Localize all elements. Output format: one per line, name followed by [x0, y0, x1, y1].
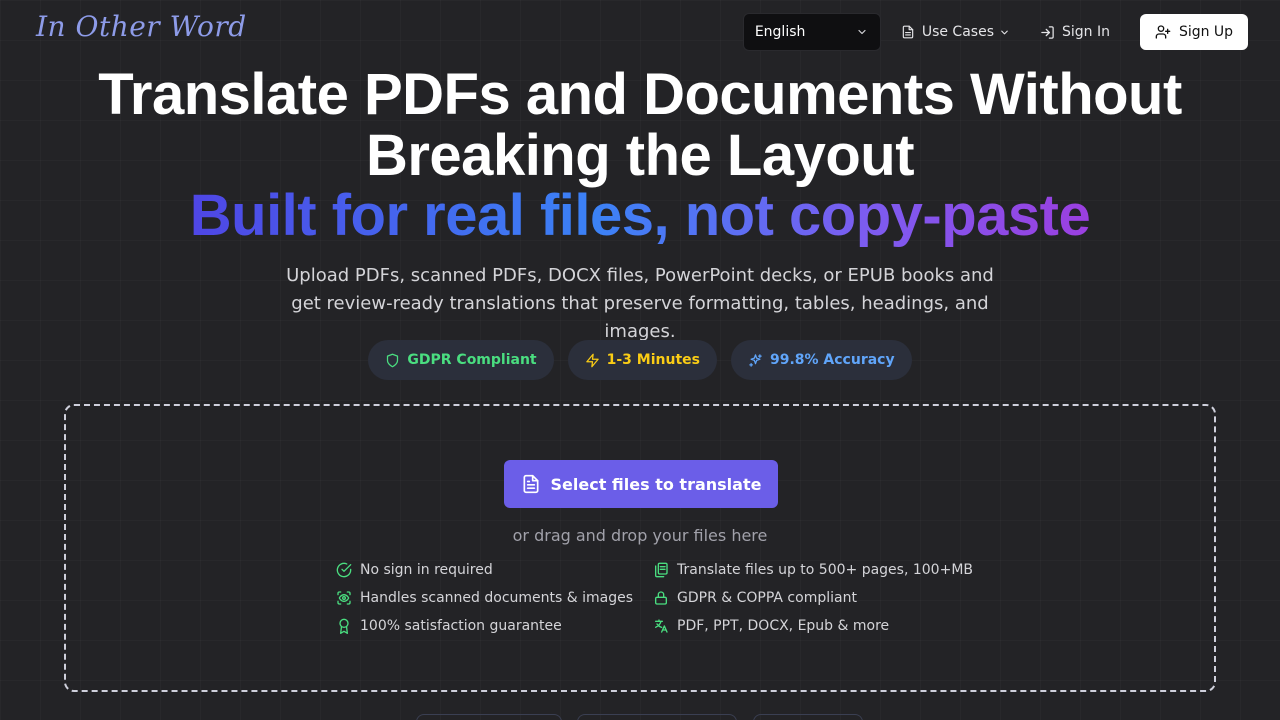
top-nav: English Use Cases Sign In Sign Up — [742, 13, 1248, 51]
logo[interactable]: In Other Word — [36, 10, 247, 43]
select-files-label: Select files to translate — [550, 474, 762, 494]
translate-icon — [655, 619, 668, 633]
accuracy-badge: 99.8% Accuracy — [730, 340, 912, 380]
speed-badge: 1-3 Minutes — [567, 340, 717, 380]
peek-card — [577, 714, 737, 720]
hero-description: Upload PDFs, scanned PDFs, DOCX files, P… — [0, 262, 1280, 346]
language-select[interactable]: English — [742, 13, 881, 51]
chevron-down-icon — [858, 29, 866, 35]
file-text-icon — [523, 474, 539, 494]
feature-item: 100% satisfaction guarantee — [336, 618, 562, 634]
feature-item: Handles scanned documents & images — [336, 590, 633, 606]
peek-card — [753, 714, 863, 720]
feature-item: GDPR & COPPA compliant — [653, 590, 857, 606]
speed-badge-label: 1-3 Minutes — [606, 352, 700, 368]
feature-label: 100% satisfaction guarantee — [360, 618, 562, 634]
badge-row: GDPR Compliant 1-3 Minutes 99.8% Accurac… — [0, 340, 1280, 380]
hero-description-text: Upload PDFs, scanned PDFs, DOCX files, P… — [286, 265, 994, 342]
use-cases-menu[interactable]: Use Cases — [901, 24, 1010, 40]
check-circle-icon — [336, 562, 352, 578]
lightning-icon — [585, 353, 599, 367]
page-title: Translate PDFs and Documents Without Bre… — [98, 62, 1182, 188]
feature-label: No sign in required — [360, 562, 493, 578]
sign-in-label: Sign In — [1062, 24, 1110, 40]
language-select-value: English — [754, 24, 806, 40]
drag-drop-hint: or drag and drop your files here — [512, 526, 768, 545]
shield-icon — [387, 353, 399, 367]
document-icon — [902, 25, 914, 39]
feature-item: PDF, PPT, DOCX, Epub & more — [653, 618, 889, 634]
user-plus-icon — [1155, 25, 1171, 39]
sparkles-icon — [749, 353, 762, 367]
files-icon — [655, 562, 668, 578]
sign-up-label: Sign Up — [1178, 24, 1234, 40]
scan-eye-icon — [337, 591, 351, 605]
use-cases-label: Use Cases — [921, 24, 994, 40]
hero-subtitle: Built for real files, not copy-paste — [0, 184, 1280, 248]
peek-card — [416, 714, 562, 720]
gdpr-badge-label: GDPR Compliant — [407, 352, 537, 368]
select-files-button[interactable]: Select files to translate — [504, 460, 778, 508]
chevron-down-icon — [1001, 30, 1008, 34]
hero-subtitle-text: Built for real files, not copy-paste — [189, 183, 1091, 248]
log-in-icon — [1041, 25, 1054, 39]
lock-icon — [655, 591, 667, 605]
file-drop-zone[interactable]: Select files to translate or drag and dr… — [64, 404, 1216, 692]
feature-item: No sign in required — [336, 562, 493, 578]
feature-label: GDPR & COPPA compliant — [677, 590, 857, 606]
sign-in-link[interactable]: Sign In — [1040, 24, 1110, 40]
accuracy-badge-label: 99.8% Accuracy — [769, 352, 895, 368]
feature-label: Translate files up to 500+ pages, 100+MB — [677, 562, 973, 578]
award-icon — [339, 618, 349, 634]
sign-up-button[interactable]: Sign Up — [1140, 14, 1248, 50]
feature-label: Handles scanned documents & images — [360, 590, 634, 606]
feature-label: PDF, PPT, DOCX, Epub & more — [677, 618, 890, 634]
feature-item: Translate files up to 500+ pages, 100+MB — [653, 562, 973, 578]
gdpr-badge: GDPR Compliant — [368, 340, 554, 380]
